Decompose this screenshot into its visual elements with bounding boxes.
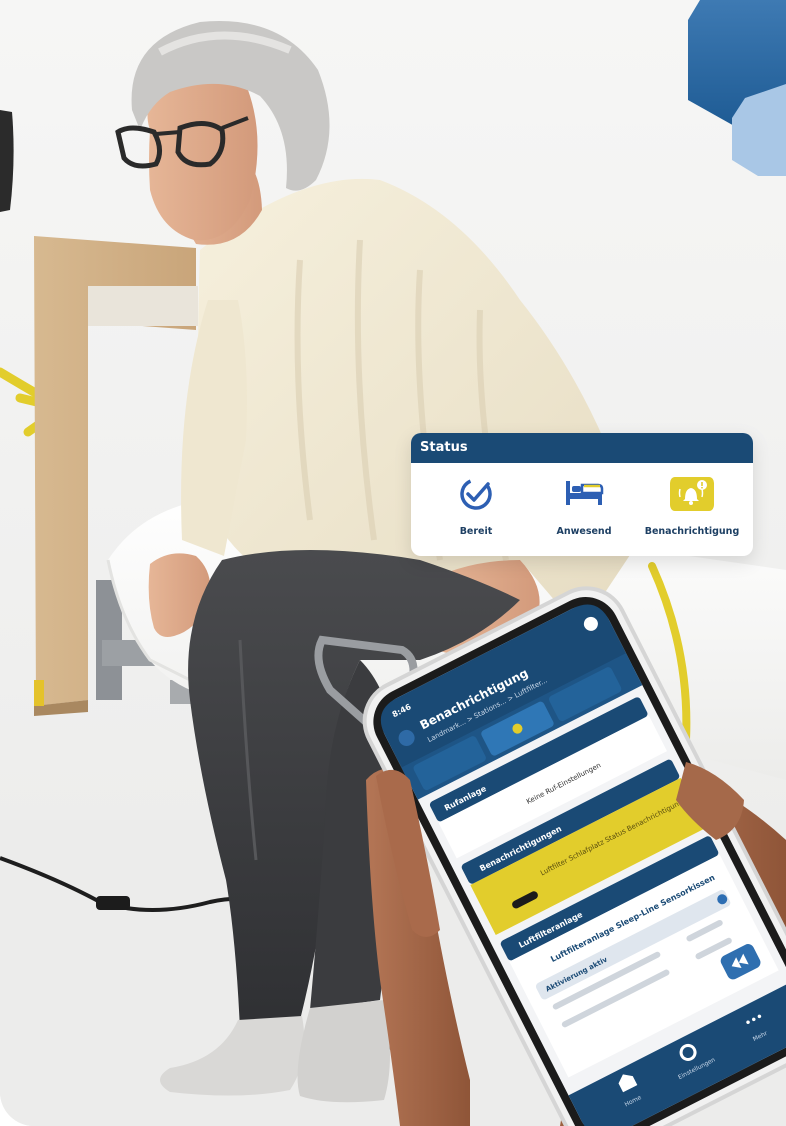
status-label-anwesend: Anwesend xyxy=(556,526,612,537)
check-circle-icon xyxy=(460,478,492,510)
status-card-title: Status xyxy=(411,433,753,463)
bed-occupied-icon xyxy=(566,481,604,505)
status-item-anwesend[interactable]: Anwesend xyxy=(529,463,639,556)
smartphone: 8:46 Benachrichtigung Landmark... > Stat… xyxy=(362,586,786,1126)
status-item-bereit[interactable]: Bereit xyxy=(421,463,531,556)
status-items: Bereit Anwesend Benachrichtigung xyxy=(411,463,753,556)
hero-photo: 8:46 Benachrichtigung Landmark... > Stat… xyxy=(0,0,786,1126)
bell-alert-icon xyxy=(670,477,715,511)
status-card: Status Bereit Anwesend Benachrichtigung xyxy=(411,433,753,556)
status-label-bereit: Bereit xyxy=(459,526,493,537)
status-label-benachrichtigung: Benachrichtigung xyxy=(644,526,740,537)
status-item-benachrichtigung[interactable]: Benachrichtigung xyxy=(637,463,747,556)
